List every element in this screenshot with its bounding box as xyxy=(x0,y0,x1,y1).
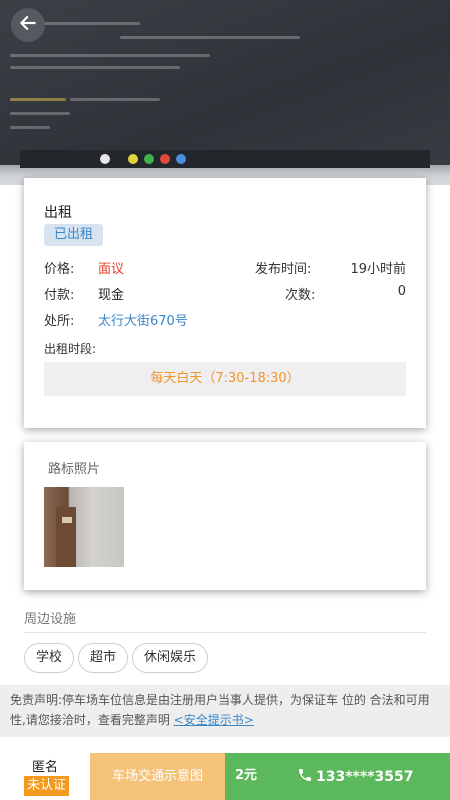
photo-detail xyxy=(100,154,110,164)
call-button[interactable]: 2元 133****3557 xyxy=(225,753,450,800)
photo-detail xyxy=(10,54,210,57)
photo-detail xyxy=(144,154,154,164)
publisher-name: 匿名 xyxy=(31,760,58,775)
period-value: 每天白天（7:30-18:30） xyxy=(44,362,406,396)
facility-tag: 休闲娱乐 xyxy=(132,643,209,673)
bottom-action-bar: 匿名 未认证 车场交通示意图 2元 133****3557 xyxy=(0,753,450,800)
photo-detail xyxy=(10,66,180,69)
photo-detail xyxy=(10,98,66,101)
photo-detail xyxy=(10,112,70,115)
publisher-info: 匿名 未认证 xyxy=(0,753,90,800)
phone-icon xyxy=(297,767,313,787)
photo-detail xyxy=(128,154,138,164)
traffic-map-button[interactable]: 车场交通示意图 xyxy=(90,753,225,800)
hero-photo xyxy=(0,0,450,200)
listing-title: 出租 xyxy=(44,205,72,221)
facility-tag: 学校 xyxy=(24,643,75,673)
facilities-title: 周边设施 xyxy=(24,612,77,627)
publish-time-label: 发布时间: xyxy=(255,262,312,277)
divider xyxy=(24,632,426,633)
arrow-left-icon xyxy=(18,13,38,37)
price-value: 面议 xyxy=(98,262,125,277)
photo-taskbar xyxy=(20,150,430,168)
phone-number-text: 133****3557 xyxy=(316,769,414,785)
facilities-tags: 学校 超市 休闲娱乐 xyxy=(24,643,209,673)
signpost-photo-card: 路标照片 xyxy=(24,442,426,590)
status-badge: 已出租 xyxy=(44,224,104,246)
location-link[interactable]: 太行大街670号 xyxy=(98,310,188,329)
payment-label: 付款: xyxy=(44,288,75,303)
count-value: 0 xyxy=(397,284,406,299)
photo-section-title: 路标照片 xyxy=(48,462,101,477)
publish-time-value: 19小时前 xyxy=(350,262,406,277)
photo-detail xyxy=(120,36,300,39)
payment-value: 现金 xyxy=(98,288,125,303)
verification-badge: 未认证 xyxy=(24,776,70,796)
photo-detail xyxy=(10,126,50,129)
safety-tips-link[interactable]: <安全提示书> xyxy=(174,713,254,727)
facility-tag: 超市 xyxy=(78,643,129,673)
signpost-photo[interactable] xyxy=(44,487,124,567)
back-button[interactable] xyxy=(11,8,45,42)
phone-number: 133****3557 xyxy=(297,767,413,787)
count-label: 次数: xyxy=(285,288,316,303)
price-label: 价格: xyxy=(44,262,75,277)
photo-detail xyxy=(176,154,186,164)
location-label: 处所: xyxy=(44,314,75,329)
photo-detail xyxy=(70,98,160,101)
call-price: 2元 xyxy=(235,768,258,783)
disclaimer: 免责声明:停车场车位信息是由注册用户当事人提供，为保证车 位的 合法和可用性,请… xyxy=(0,685,450,737)
listing-info-card: 出租 已出租 价格: 面议 发布时间: 19小时前 付款: 现金 次数: 0 处… xyxy=(24,178,426,428)
photo-detail xyxy=(56,507,76,567)
photo-detail xyxy=(62,517,72,523)
photo-detail xyxy=(160,154,170,164)
period-label: 出租时段: xyxy=(44,342,97,356)
